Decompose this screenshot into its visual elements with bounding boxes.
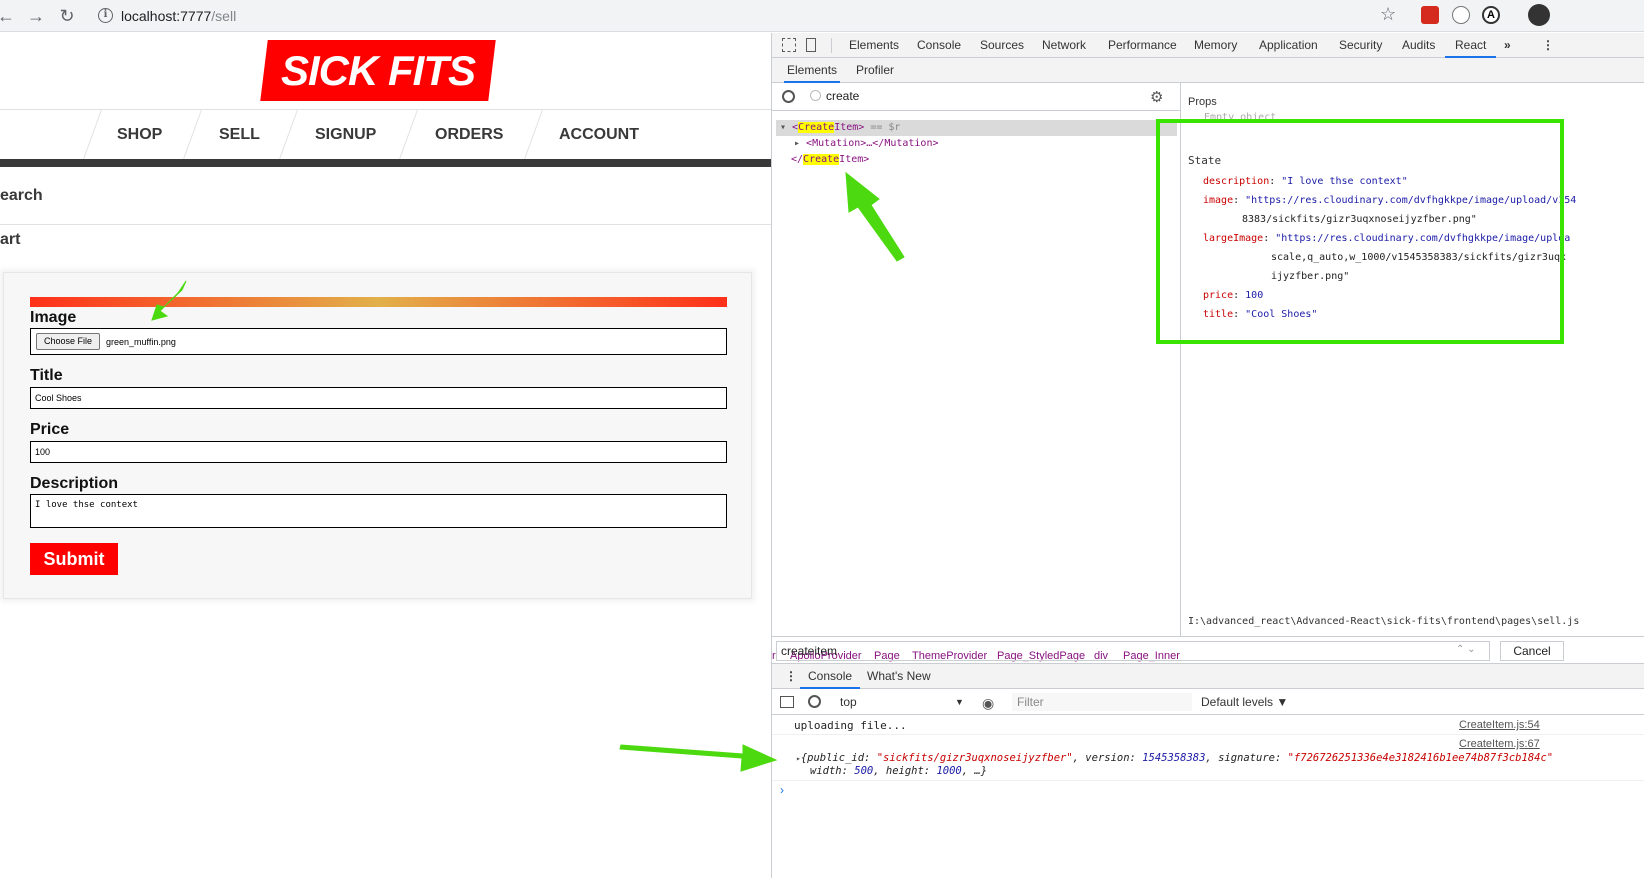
arrow-icon xyxy=(845,171,905,262)
arrow-icon xyxy=(151,171,905,772)
arrow-icon xyxy=(619,744,778,772)
annotation-arrows xyxy=(151,171,905,772)
arrow-icon xyxy=(151,280,187,321)
